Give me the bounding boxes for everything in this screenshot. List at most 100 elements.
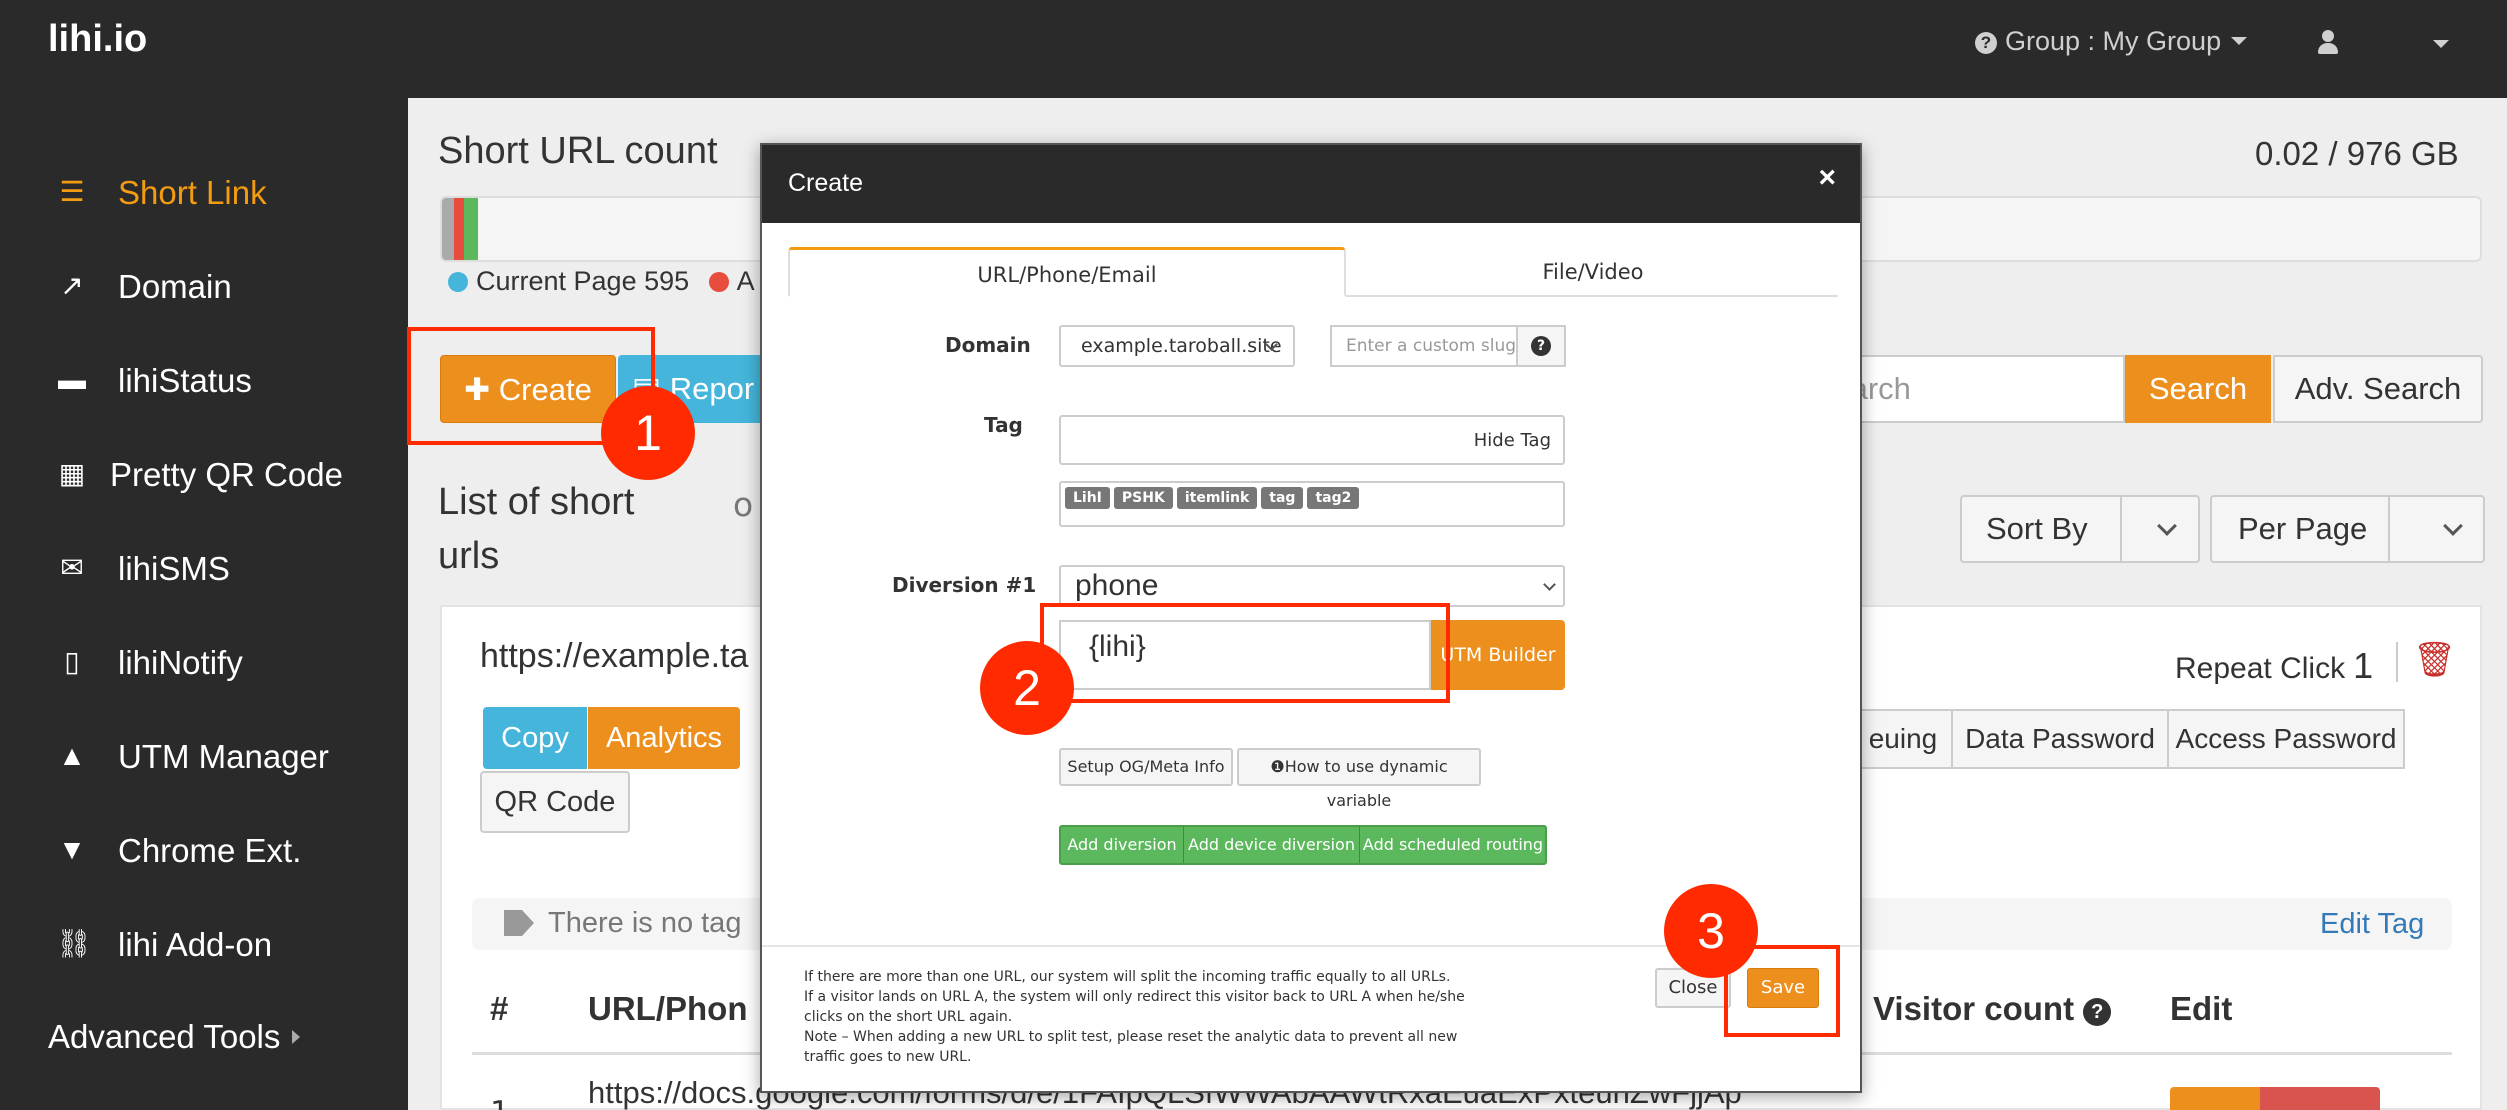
select-divider — [2120, 497, 2122, 561]
data-password-button[interactable]: Data Password — [1951, 709, 2169, 769]
utm-icon: ▲ — [58, 740, 86, 771]
question-icon: ? — [1975, 32, 1997, 54]
sidebar-item-short-link[interactable]: ☰ Short Link — [0, 162, 408, 222]
list-title: List of short urls — [438, 481, 635, 577]
diversion-type-value: phone — [1075, 569, 1159, 602]
tab-url-phone-email[interactable]: URL/Phone/Email — [788, 247, 1346, 297]
brand-logo[interactable]: lihi.io — [48, 18, 147, 61]
note-line: Note – When adding a new URL to split te… — [804, 1029, 1458, 1065]
row-delete-button[interactable] — [2260, 1087, 2380, 1110]
list-icon: ☰ — [59, 176, 85, 207]
close-icon[interactable]: × — [1818, 161, 1836, 195]
sidebar-item-label: Pretty QR Code — [110, 456, 343, 493]
legend-dot-blue — [448, 272, 468, 292]
link-icon: ⛓ — [56, 928, 92, 959]
qr-icon: ▦ — [58, 458, 86, 489]
modal-title: Create — [788, 169, 864, 197]
setup-og-button[interactable]: Setup OG/Meta Info — [1059, 748, 1233, 786]
sidebar-item-advanced-tools[interactable]: Advanced Tools — [0, 1006, 408, 1066]
chevron-down-icon[interactable] — [2433, 40, 2449, 48]
tag-label: Tag — [984, 413, 1023, 437]
diversion-type-select[interactable]: phone — [1059, 565, 1565, 607]
add-diversion-button[interactable]: Add diversion — [1061, 827, 1183, 863]
sidebar-item-pretty-qr[interactable]: ▦ Pretty QR Code — [0, 444, 408, 504]
add-scheduled-routing-button[interactable]: Add scheduled routing — [1360, 827, 1546, 863]
sort-by-label: Sort By — [1986, 511, 2088, 546]
row-edit-button[interactable] — [2170, 1087, 2260, 1110]
annotation-box-2 — [1040, 603, 1450, 703]
analytics-button[interactable]: Analytics — [588, 707, 740, 769]
short-url-link[interactable]: https://example.ta — [480, 637, 748, 676]
repeat-click-count: Repeat Click 1 — [2175, 645, 2374, 686]
divider — [2396, 642, 2398, 682]
adv-search-button[interactable]: Adv. Search — [2273, 355, 2483, 423]
sort-by-select[interactable]: Sort By — [1960, 495, 2200, 563]
diversion-actions: Add diversion Add device diversion Add s… — [1059, 825, 1547, 865]
sidebar-item-lihi-addon[interactable]: ⛓ lihi Add-on — [0, 914, 408, 974]
usage-legend: Current Page 595 A — [448, 266, 755, 297]
tag-chip[interactable]: PSHK — [1113, 487, 1173, 509]
column-header-num: # — [490, 990, 509, 1027]
column-header-visitor: Visitor count ? — [1873, 990, 2119, 1028]
trash-icon[interactable]: 🗑 — [2413, 640, 2456, 680]
tag-chip[interactable]: tag — [1261, 487, 1304, 509]
chevron-down-icon — [2443, 516, 2463, 536]
sidebar-item-chrome-ext[interactable]: ▼ Chrome Ext. — [0, 820, 408, 880]
no-tag-text: There is no tag — [548, 907, 742, 939]
qr-code-button[interactable]: QR Code — [480, 771, 630, 833]
sidebar-item-label: Domain — [118, 268, 232, 305]
question-icon: ❶ — [1270, 757, 1285, 776]
sidebar-item-label: Advanced Tools — [48, 1018, 301, 1056]
copy-button[interactable]: Copy — [483, 707, 587, 769]
card-icon: ▬ — [58, 364, 86, 395]
modal-header: Create × — [762, 145, 1860, 223]
split-traffic-note: If there are more than one URL, our syst… — [804, 967, 1484, 1067]
utm-builder-button[interactable]: UTM Builder — [1431, 620, 1565, 690]
search-button[interactable]: Search — [2125, 355, 2271, 423]
tab-file-video[interactable]: File/Video — [1348, 247, 1838, 297]
add-device-diversion-button[interactable]: Add device diversion — [1184, 827, 1359, 863]
question-icon: ? — [1531, 336, 1551, 356]
mobile-icon: ▯ — [64, 646, 80, 677]
domain-value: example.taroball.site — [1081, 335, 1282, 357]
progress-segment-gray — [442, 198, 454, 260]
column-header-edit: Edit — [2170, 990, 2233, 1027]
tag-chip[interactable]: LihI — [1065, 487, 1110, 509]
user-icon[interactable] — [2318, 30, 2338, 56]
legend-other: A — [736, 266, 755, 296]
hide-tag-toggle[interactable]: Hide Tag — [1474, 430, 1551, 451]
sidebar-item-label: Short Link — [118, 174, 267, 211]
queuing-button[interactable]: euing — [1853, 709, 1953, 769]
diversion-label: Diversion #1 — [892, 573, 1037, 597]
external-link-icon: ↗ — [60, 270, 84, 301]
domain-label: Domain — [945, 333, 1031, 357]
storage-usage: 0.02 / 976 GB — [2255, 135, 2459, 172]
tag-chip[interactable]: itemlink — [1176, 487, 1258, 509]
sidebar: ☰ Short Link ↗ Domain ▬ lihiStatus ▦ Pre… — [0, 98, 408, 1110]
sidebar-item-lihistatus[interactable]: ▬ lihiStatus — [0, 350, 408, 410]
legend-dot-red — [708, 272, 729, 292]
per-page-select[interactable]: Per Page — [2210, 495, 2485, 563]
sidebar-item-lihinotify[interactable]: ▯ lihiNotify — [0, 632, 408, 692]
group-selector[interactable]: ? Group : My Group — [1975, 26, 2248, 57]
chevron-right-icon — [292, 1030, 301, 1044]
sidebar-item-label: Chrome Ext. — [118, 832, 302, 869]
sidebar-item-domain[interactable]: ↗ Domain — [0, 256, 408, 316]
annotation-marker-1: 1 — [601, 386, 695, 480]
slug-help-button[interactable]: ? — [1516, 325, 1566, 367]
tag-chip[interactable]: tag2 — [1307, 487, 1360, 509]
bookmark-icon: ▼ — [58, 834, 86, 865]
domain-select[interactable]: example.taroball.site — [1059, 325, 1295, 367]
dynamic-variable-button[interactable]: ❶How to use dynamic variable — [1237, 748, 1481, 810]
sidebar-item-utm-manager[interactable]: ▲ UTM Manager — [0, 726, 408, 786]
custom-slug-input[interactable]: Enter a custom slug — [1330, 325, 1516, 367]
tag-input[interactable]: Hide Tag — [1059, 415, 1565, 465]
per-page-label: Per Page — [2238, 511, 2368, 546]
edit-tag-link[interactable]: Edit Tag — [2320, 908, 2424, 941]
progress-segment-red — [454, 198, 464, 260]
modal-tabs: URL/Phone/Email File/Video — [788, 247, 1838, 297]
access-password-button[interactable]: Access Password — [2167, 709, 2405, 769]
sidebar-item-label: lihi Add-on — [118, 926, 273, 963]
sidebar-item-lihisms[interactable]: ✉ lihiSMS — [0, 538, 408, 598]
select-divider — [2388, 497, 2390, 561]
